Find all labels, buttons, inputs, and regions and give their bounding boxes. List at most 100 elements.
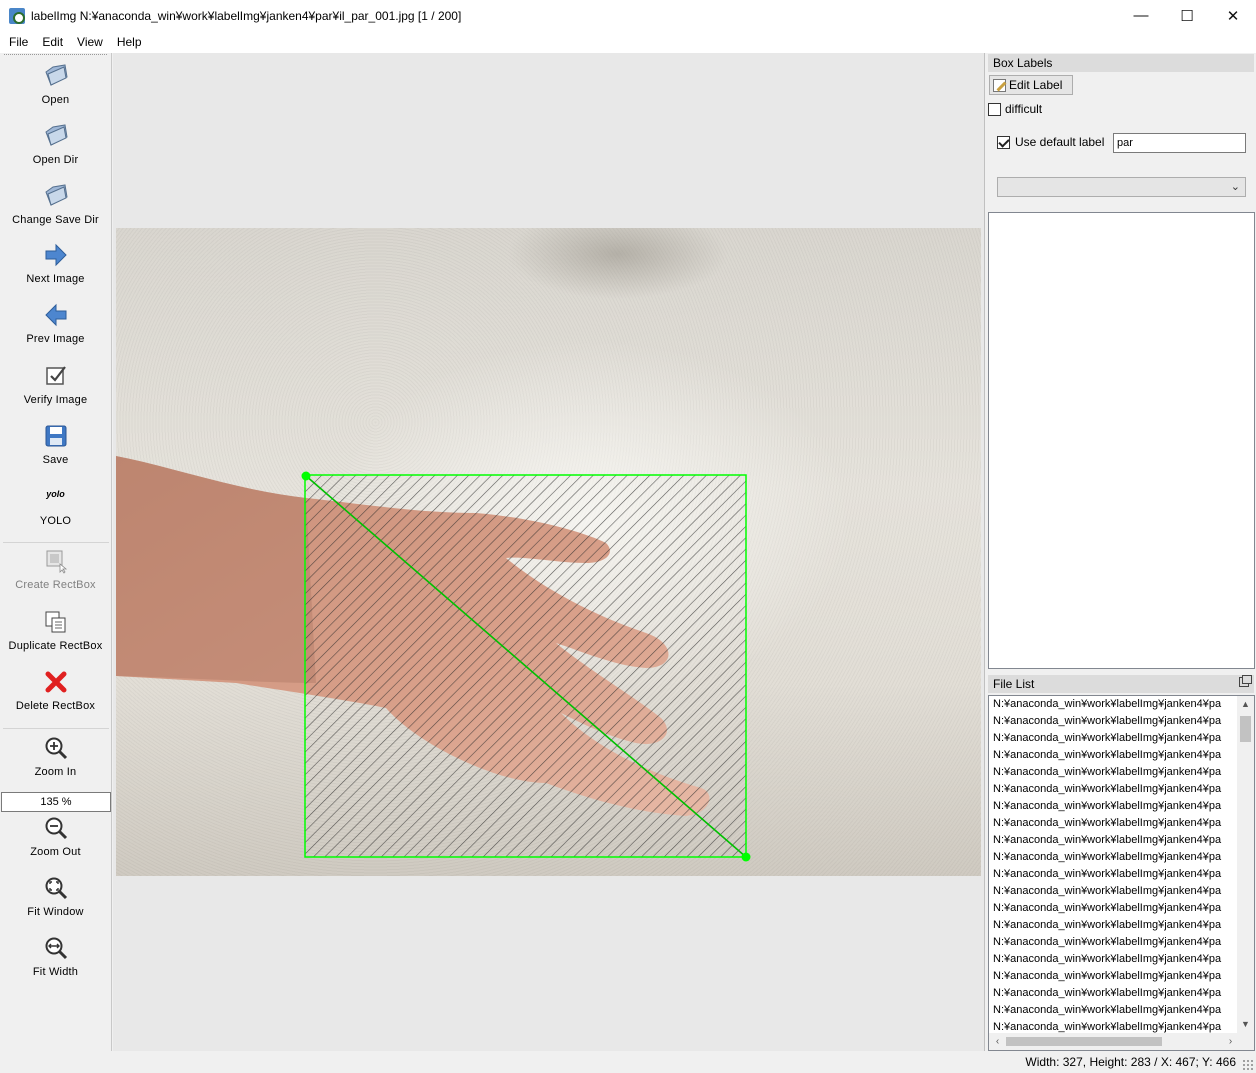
resize-grip-icon[interactable] (1242, 1059, 1254, 1071)
difficult-label: difficult (1005, 102, 1043, 116)
file-list-item[interactable]: N:¥anaconda_win¥work¥labelImg¥janken4¥pa (989, 866, 1237, 883)
file-list-item[interactable]: N:¥anaconda_win¥work¥labelImg¥janken4¥pa (989, 985, 1237, 1002)
annotation-overlay (116, 456, 751, 862)
right-dock: Box Labels Edit Label difficult Use defa… (986, 53, 1256, 1051)
delete-x-icon (45, 671, 66, 693)
save-button[interactable]: Save (0, 423, 111, 466)
use-default-label-checkbox[interactable] (997, 136, 1010, 149)
scroll-thumb[interactable] (1240, 716, 1251, 742)
file-list-title: File List (988, 675, 1254, 693)
file-list-horizontal-scrollbar[interactable]: ‹ › (989, 1033, 1254, 1050)
label-combobox[interactable]: ⌄ (997, 177, 1246, 197)
pencil-icon (993, 78, 1006, 92)
chevron-down-icon: ⌄ (1230, 181, 1240, 193)
verify-image-button[interactable]: Verify Image (0, 363, 111, 406)
file-list-item[interactable]: N:¥anaconda_win¥work¥labelImg¥janken4¥pa (989, 815, 1237, 832)
fit-window-button[interactable]: Fit Window (0, 875, 111, 918)
zoom-in-label: Zoom In (34, 766, 77, 778)
prev-image-button[interactable]: Prev Image (0, 302, 111, 345)
open-button[interactable]: Open (0, 63, 111, 106)
zoom-out-label: Zoom Out (30, 846, 81, 858)
verify-image-label: Verify Image (23, 394, 88, 406)
duplicate-rectbox-button[interactable]: Duplicate RectBox (0, 609, 111, 652)
next-image-label: Next Image (26, 273, 85, 285)
arrow-right-icon (45, 243, 67, 267)
bbox-vertex-bottom-right[interactable] (741, 852, 751, 862)
use-default-label-label: Use default label (1015, 135, 1105, 149)
file-list-item[interactable]: N:¥anaconda_win¥work¥labelImg¥janken4¥pa (989, 764, 1237, 781)
scroll-left-icon[interactable]: ‹ (989, 1033, 1006, 1050)
fit-window-label: Fit Window (27, 906, 84, 918)
status-bar: Width: 327, Height: 283 / X: 467; Y: 466 (0, 1051, 1256, 1073)
create-rectbox-button[interactable]: Create RectBox (0, 548, 111, 591)
menu-bar: File Edit View Help (0, 31, 1256, 53)
menu-view[interactable]: View (70, 35, 110, 49)
scroll-down-icon[interactable]: ▼ (1237, 1016, 1254, 1033)
file-list-item[interactable]: N:¥anaconda_win¥work¥labelImg¥janken4¥pa (989, 849, 1237, 866)
file-list-item[interactable]: N:¥anaconda_win¥work¥labelImg¥janken4¥pa (989, 832, 1237, 849)
menu-file[interactable]: File (2, 35, 35, 49)
file-list-item[interactable]: N:¥anaconda_win¥work¥labelImg¥janken4¥pa (989, 713, 1237, 730)
file-list-item[interactable]: N:¥anaconda_win¥work¥labelImg¥janken4¥pa (989, 951, 1237, 968)
bbox-vertex-top-left[interactable] (301, 471, 311, 481)
file-list-item[interactable]: N:¥anaconda_win¥work¥labelImg¥janken4¥pa (989, 730, 1237, 747)
file-list-item[interactable]: N:¥anaconda_win¥work¥labelImg¥janken4¥pa (989, 1002, 1237, 1019)
status-text: Width: 327, Height: 283 / X: 467; Y: 466 (1025, 1055, 1236, 1069)
scroll-thumb-horizontal[interactable] (1006, 1037, 1162, 1046)
file-list-item[interactable]: N:¥anaconda_win¥work¥labelImg¥janken4¥pa (989, 900, 1237, 917)
file-list-vertical-scrollbar[interactable]: ▲ ▼ (1237, 696, 1254, 1033)
file-list-item[interactable]: N:¥anaconda_win¥work¥labelImg¥janken4¥pa (989, 798, 1237, 815)
toolbar: Open Open Dir Change Save Dir Next Image… (0, 53, 112, 1051)
menu-help[interactable]: Help (110, 35, 149, 49)
prev-image-label: Prev Image (26, 333, 85, 345)
copy-icon (45, 611, 65, 633)
zoom-out-button[interactable]: Zoom Out (0, 815, 111, 858)
checkbox-check-icon (45, 366, 66, 385)
close-button[interactable]: ✕ (1210, 0, 1256, 31)
file-list-item[interactable]: N:¥anaconda_win¥work¥labelImg¥janken4¥pa (989, 917, 1237, 934)
zoom-in-icon (45, 737, 67, 760)
delete-rectbox-button[interactable]: Delete RectBox (0, 669, 111, 712)
file-list-item[interactable]: N:¥anaconda_win¥work¥labelImg¥janken4¥pa (989, 747, 1237, 764)
file-list-item[interactable]: N:¥anaconda_win¥work¥labelImg¥janken4¥pa (989, 968, 1237, 985)
file-list-items: N:¥anaconda_win¥work¥labelImg¥janken4¥pa… (989, 696, 1254, 1036)
create-rectbox-label: Create RectBox (15, 579, 96, 591)
undock-icon[interactable] (1239, 675, 1252, 687)
zoom-in-button[interactable]: Zoom In (0, 735, 111, 778)
zoom-percentage-spinbox[interactable]: 135 % (1, 792, 111, 812)
fit-width-label: Fit Width (32, 966, 79, 978)
title-bar: labelImg N:¥anaconda_win¥work¥labelImg¥j… (0, 0, 1256, 31)
folder-open-icon (44, 124, 68, 146)
scroll-right-icon[interactable]: › (1222, 1033, 1239, 1050)
box-labels-title: Box Labels (988, 54, 1254, 72)
hand-photo (116, 228, 981, 876)
maximize-button[interactable]: ☐ (1164, 0, 1210, 31)
edit-label-button[interactable]: Edit Label (989, 75, 1073, 95)
delete-rectbox-label: Delete RectBox (15, 700, 96, 712)
minimize-button[interactable]: — (1118, 0, 1164, 31)
box-label-list[interactable] (988, 212, 1255, 669)
default-label-input[interactable]: par (1113, 133, 1246, 153)
next-image-button[interactable]: Next Image (0, 242, 111, 285)
window-title: labelImg N:¥anaconda_win¥work¥labelImg¥j… (31, 8, 462, 23)
folder-open-icon (44, 184, 68, 206)
difficult-checkbox[interactable] (988, 103, 1001, 116)
yolo-icon: yolo (46, 489, 65, 499)
open-dir-label: Open Dir (32, 154, 79, 166)
fit-window-icon (45, 877, 67, 900)
file-list-item[interactable]: N:¥anaconda_win¥work¥labelImg¥janken4¥pa (989, 883, 1237, 900)
yolo-format-button[interactable]: yolo YOLO (0, 485, 111, 527)
yolo-label: YOLO (39, 515, 72, 527)
file-list-item[interactable]: N:¥anaconda_win¥work¥labelImg¥janken4¥pa (989, 696, 1237, 713)
file-list[interactable]: N:¥anaconda_win¥work¥labelImg¥janken4¥pa… (988, 695, 1255, 1051)
fit-width-button[interactable]: Fit Width (0, 935, 111, 978)
duplicate-rectbox-label: Duplicate RectBox (8, 640, 103, 652)
file-list-item[interactable]: N:¥anaconda_win¥work¥labelImg¥janken4¥pa (989, 781, 1237, 798)
change-save-dir-button[interactable]: Change Save Dir (0, 183, 111, 226)
file-list-item[interactable]: N:¥anaconda_win¥work¥labelImg¥janken4¥pa (989, 934, 1237, 951)
open-dir-button[interactable]: Open Dir (0, 123, 111, 166)
image-canvas[interactable] (113, 53, 985, 1051)
scroll-up-icon[interactable]: ▲ (1237, 696, 1254, 713)
change-save-dir-label: Change Save Dir (12, 214, 99, 226)
menu-edit[interactable]: Edit (35, 35, 70, 49)
